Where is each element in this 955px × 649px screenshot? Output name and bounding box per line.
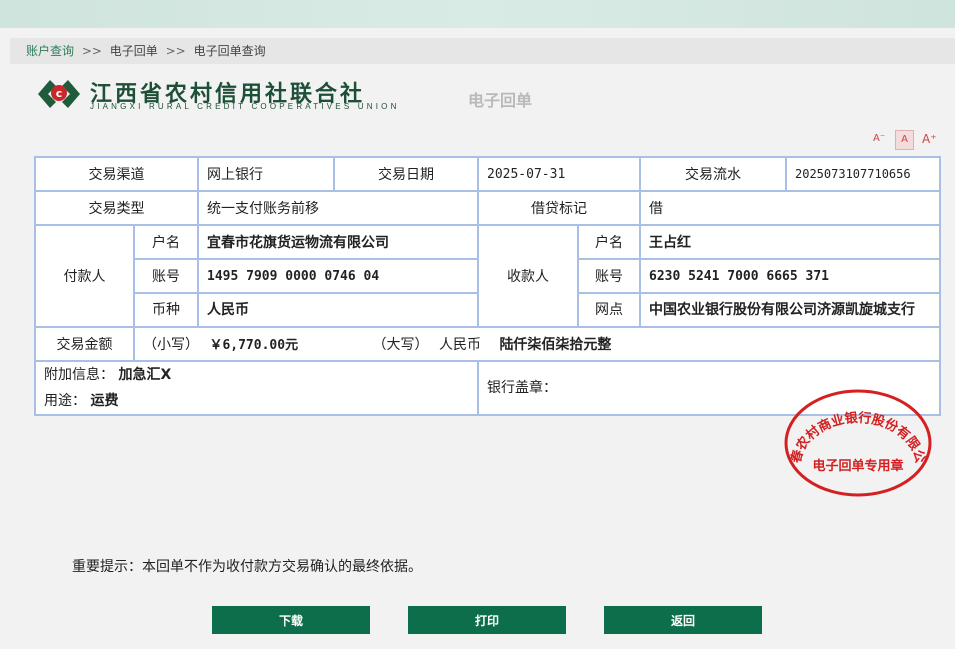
breadcrumb-e-receipt[interactable]: 电子回单 [110,44,158,58]
amount-small-label: （小写） [143,337,199,353]
bank-seal-stamp: 宜春农村商业银行股份有限公司 电子回单专用章 [783,388,932,497]
breadcrumb-account-query[interactable]: 账户查询 [26,44,74,58]
font-decrease-button[interactable]: A⁻ [873,130,885,148]
payer-currency-label: 币种 [133,292,199,328]
payee-account-label: 账号 [577,258,641,294]
font-normal-button[interactable]: A [895,130,914,150]
payer-label: 付款人 [34,224,135,328]
amount-big-value: 陆仟柒佰柒拾元整 [499,337,612,353]
font-increase-button[interactable]: A⁺ [922,130,937,148]
page-title: 电子回单 [468,91,533,110]
amount-big-label: （大写） [372,337,429,353]
serial-label: 交易流水 [639,156,787,192]
serial-value: 2025073107710656 [785,156,941,192]
channel-label: 交易渠道 [34,156,199,192]
download-button[interactable]: 下载 [212,606,370,634]
important-notice: 重要提示：本回单不作为收付款方交易确认的最终依据。 [72,559,422,575]
payee-branch-label: 网点 [577,292,641,328]
breadcrumb: 账户查询 >> 电子回单 >> 电子回单查询 [10,38,955,64]
breadcrumb-separator: >> [165,44,186,58]
amount-big-currency: 人民币 [438,337,481,353]
channel-value: 网上银行 [197,156,335,192]
date-label: 交易日期 [333,156,479,192]
bank-emblem-icon: c [38,80,80,108]
dc-label: 借贷标记 [477,190,641,226]
stamp-cell: 银行盖章： 宜春农村商业银行股份有限公司 电子回单专用章 [477,360,941,497]
bank-logo: c 江西省农村信用社联合社 JIANGXI RURAL CREDIT COOPE… [36,76,456,112]
extra-info-value: 加急汇X [118,367,172,383]
payee-label: 收款人 [477,224,579,328]
payee-name-label: 户名 [577,224,641,260]
payer-name-label: 户名 [133,224,199,260]
payee-account-value: 6230 5241 7000 6665 371 [639,258,941,294]
amount-row: （小写） ￥6,770.00元 （大写） 人民币 陆仟柒佰柒拾元整 [133,326,941,362]
payee-branch-value: 中国农业银行股份有限公司济源凯旋城支行 [639,292,941,328]
payee-name-value: 王占红 [639,224,941,260]
svg-text:c: c [56,87,63,100]
payer-name-value: 宜春市花旗货运物流有限公司 [197,224,479,260]
type-label: 交易类型 [34,190,199,226]
print-button[interactable]: 打印 [408,606,566,634]
extra-info-label: 附加信息： [44,367,114,383]
seal-text-top: 宜春农村商业银行股份有限公司 [783,388,927,466]
top-banner [0,0,955,28]
type-value: 统一支付账务前移 [197,190,479,226]
date-value: 2025-07-31 [477,156,641,192]
amount-small-value: ￥6,770.00元 [209,338,299,353]
purpose-label: 用途： [44,393,86,409]
svg-text:宜春农村商业银行股份有限公司: 宜春农村商业银行股份有限公司 [783,388,927,466]
seal-text-bottom: 电子回单专用章 [812,458,903,474]
extra-info-cell: 附加信息： 加急汇X 用途： 运费 [34,360,479,416]
purpose-value: 运费 [90,393,119,409]
back-button[interactable]: 返回 [604,606,762,634]
breadcrumb-separator: >> [81,44,102,58]
breadcrumb-e-receipt-query: 电子回单查询 [193,44,266,58]
payer-currency-value: 人民币 [197,292,479,328]
payer-account-label: 账号 [133,258,199,294]
receipt-table: 交易渠道 网上银行 交易日期 2025-07-31 交易流水 202507310… [34,156,941,497]
dc-value: 借 [639,190,941,226]
bank-name-en: JIANGXI RURAL CREDIT COOPERATIVES UNION [90,102,400,111]
amount-label: 交易金额 [34,326,135,362]
payer-account-value: 1495 7909 0000 0746 04 [197,258,479,294]
